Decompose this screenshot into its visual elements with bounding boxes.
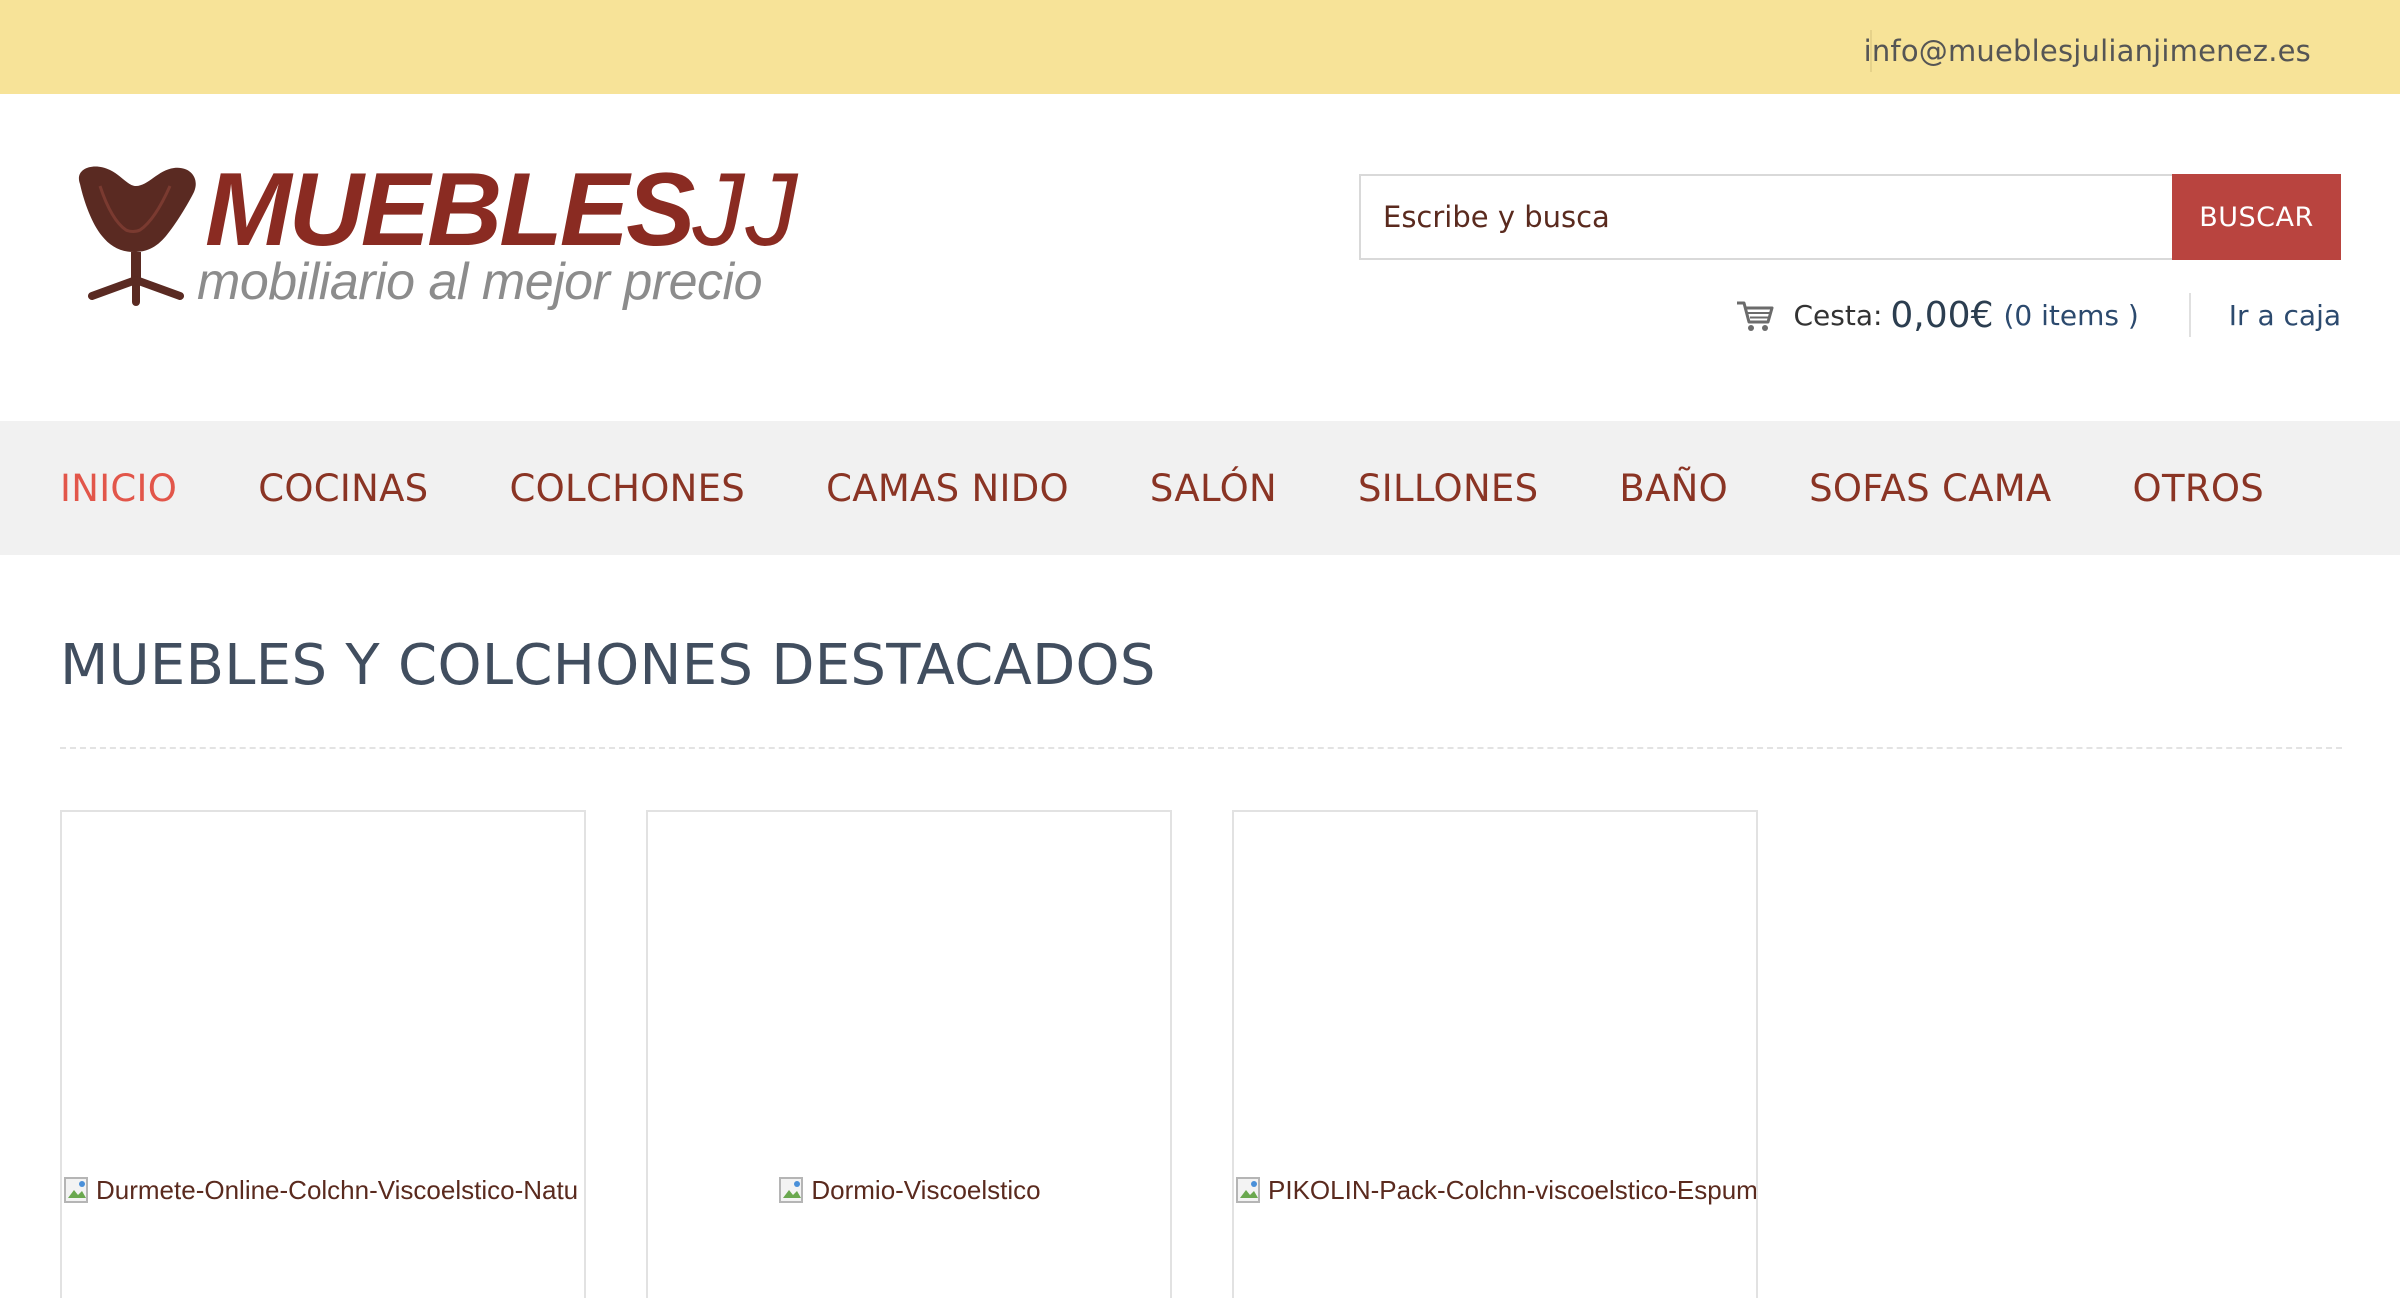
- broken-image-icon: [1236, 1177, 1260, 1203]
- logo-brand-text: MUEBLESJJ: [205, 152, 799, 268]
- broken-image-icon: [64, 1177, 88, 1203]
- product-image-alt-text: Dormio-Viscoelstico: [811, 1174, 1041, 1205]
- search-form: BUSCAR: [1359, 174, 2341, 260]
- product-image-alt-text: Durmete-Online-Colchn-Viscoelstico-Natu: [96, 1174, 579, 1205]
- main-nav: INICIO COCINAS COLCHONES CAMAS NIDO SALÓ…: [0, 421, 2400, 555]
- search-input[interactable]: [1359, 174, 2172, 260]
- section-divider: [60, 747, 2342, 749]
- product-card[interactable]: PIKOLIN-Pack-Colchn-viscoelstico-Espum: [1232, 810, 1758, 1298]
- nav-item-colchones[interactable]: COLCHONES: [509, 467, 745, 510]
- checkout-link[interactable]: Ir a caja: [2229, 299, 2341, 332]
- nav-item-sillones[interactable]: SILLONES: [1358, 467, 1538, 510]
- broken-image-icon: [779, 1177, 804, 1203]
- logo-tagline: mobiliario al mejor precio: [197, 253, 763, 311]
- nav-item-cocinas[interactable]: COCINAS: [258, 467, 428, 510]
- cart-icon[interactable]: [1735, 295, 1775, 335]
- nav-item-salon[interactable]: SALÓN: [1150, 467, 1277, 510]
- product-image-alt-text: PIKOLIN-Pack-Colchn-viscoelstico-Espum: [1268, 1174, 1756, 1205]
- cart-amount: 0,00€: [1890, 294, 1994, 336]
- product-image[interactable]: PIKOLIN-Pack-Colchn-viscoelstico-Espum: [1234, 1174, 1756, 1206]
- cart-divider: [2188, 293, 2191, 337]
- product-card[interactable]: Dormio-Viscoelstico: [646, 810, 1172, 1298]
- cart-label: Cesta:: [1793, 298, 1883, 332]
- product-image[interactable]: Durmete-Online-Colchn-Viscoelstico-Natu: [62, 1174, 584, 1206]
- swan-chair-icon: [78, 166, 196, 306]
- product-image[interactable]: Dormio-Viscoelstico: [648, 1174, 1170, 1206]
- nav-item-camas-nido[interactable]: CAMAS NIDO: [826, 467, 1069, 510]
- section-title: MUEBLES Y COLCHONES DESTACADOS: [60, 633, 1156, 698]
- cart-items-link[interactable]: (0 items ): [2003, 299, 2138, 332]
- site-logo[interactable]: MUEBLESJJ mobiliario al mejor precio: [70, 158, 797, 311]
- contact-email-link[interactable]: info@mueblesjulianjimenez.es: [1864, 29, 2311, 73]
- nav-item-bano[interactable]: BAÑO: [1619, 467, 1728, 510]
- search-button[interactable]: BUSCAR: [2172, 174, 2341, 260]
- nav-item-sofas-cama[interactable]: SOFAS CAMA: [1809, 467, 2051, 510]
- nav-item-inicio[interactable]: INICIO: [60, 467, 177, 510]
- product-card[interactable]: Durmete-Online-Colchn-Viscoelstico-Natu: [60, 810, 586, 1298]
- cart-summary: Cesta: 0,00€ (0 items ) Ir a caja: [1735, 290, 2341, 340]
- top-bar: info@mueblesjulianjimenez.es: [0, 0, 2400, 94]
- nav-item-otros[interactable]: OTROS: [2133, 467, 2265, 510]
